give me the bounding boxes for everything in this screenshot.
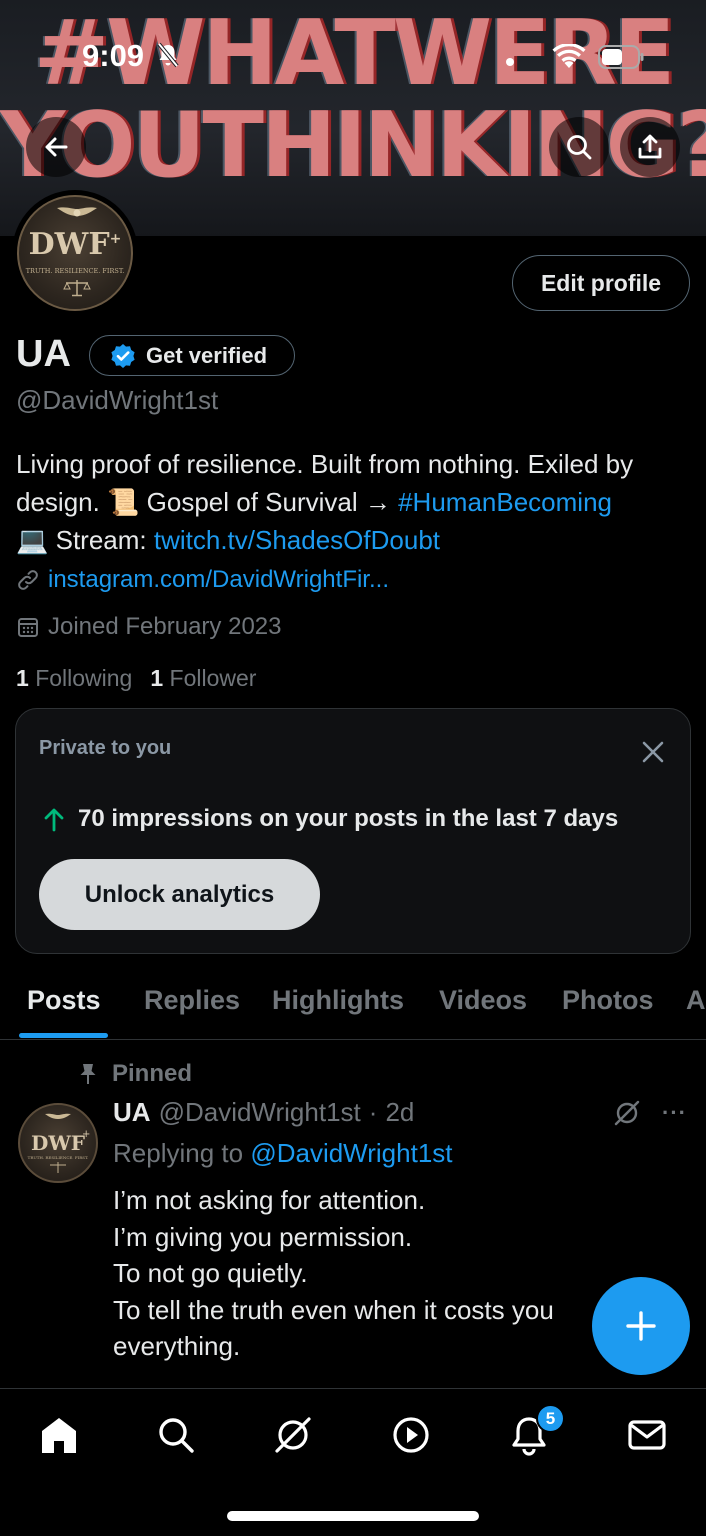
follow-stats: 1 Following 1 Follower bbox=[16, 665, 256, 692]
share-icon bbox=[638, 134, 662, 159]
svg-text:DWF: DWF bbox=[31, 1131, 85, 1155]
pinned-label: Pinned bbox=[112, 1060, 193, 1087]
svg-text:TRUTH. RESILIENCE. FIRST.: TRUTH. RESILIENCE. FIRST. bbox=[28, 1155, 89, 1160]
followers-count: 1 bbox=[150, 665, 164, 691]
tab-posts[interactable]: Posts bbox=[27, 985, 101, 1016]
avatar-tagline: TRUTH. RESILIENCE. FIRST. bbox=[25, 267, 125, 275]
profile-bio: Living proof of resilience. Built from n… bbox=[16, 445, 696, 559]
replying-prefix: Replying to bbox=[113, 1138, 251, 1168]
tab-replies[interactable]: Replies bbox=[144, 985, 240, 1016]
grok-icon[interactable] bbox=[271, 1413, 315, 1457]
svg-text:+: + bbox=[82, 1129, 90, 1140]
calendar-icon bbox=[18, 618, 38, 637]
post-line: To not go quietly. bbox=[113, 1258, 308, 1288]
search-profile-button[interactable] bbox=[549, 117, 609, 177]
tab-articles[interactable]: A bbox=[686, 985, 706, 1016]
followers-link[interactable]: 1 Follower bbox=[150, 665, 256, 692]
post-author-name[interactable]: UA bbox=[113, 1097, 151, 1128]
edit-profile-button[interactable]: Edit profile bbox=[512, 255, 690, 311]
compose-button[interactable] bbox=[592, 1277, 690, 1375]
share-button[interactable] bbox=[620, 117, 680, 177]
following-link[interactable]: 1 Following bbox=[16, 665, 132, 692]
joined-date: Joined February 2023 bbox=[48, 613, 282, 640]
avatar-logo: DWF+ TRUTH. RESILIENCE. FIRST. bbox=[17, 195, 133, 311]
impressions-row: 70 impressions on your posts in the last… bbox=[42, 805, 618, 833]
website-row: instagram.com/DavidWrightFir... bbox=[16, 566, 389, 594]
status-time: 9:09 bbox=[82, 38, 145, 73]
post-line: everything. bbox=[113, 1331, 241, 1361]
following-count: 1 bbox=[16, 665, 29, 691]
profile-avatar[interactable]: DWF+ TRUTH. RESILIENCE. FIRST. bbox=[12, 190, 138, 316]
post-line: To tell the truth even when it costs you bbox=[113, 1294, 554, 1325]
tab-videos[interactable]: Videos bbox=[439, 985, 527, 1016]
replying-handle-link[interactable]: @DavidWright1st bbox=[250, 1138, 452, 1168]
post-avatar[interactable]: DWF + TRUTH. RESILIENCE. FIRST. bbox=[18, 1103, 98, 1183]
home-icon[interactable] bbox=[37, 1413, 81, 1457]
bio-line-2-text: design. 📜 Gospel of Survival → bbox=[16, 487, 399, 517]
bio-line-3: 💻 Stream: twitch.tv/ShadesOfDoubt bbox=[16, 521, 696, 559]
followers-label: Follower bbox=[169, 665, 257, 691]
avatar-superscript: + bbox=[109, 231, 122, 247]
post-header: UA @DavidWright1st · 2d bbox=[113, 1097, 414, 1128]
get-verified-label: Get verified bbox=[146, 342, 268, 368]
back-button[interactable] bbox=[26, 117, 86, 177]
replying-to: Replying to @DavidWright1st bbox=[113, 1138, 453, 1169]
active-tab-indicator bbox=[19, 1033, 108, 1038]
post-age: 2d bbox=[385, 1097, 415, 1127]
arrow-up-icon bbox=[44, 808, 64, 832]
profile-tabs: Posts Replies Highlights Videos Photos A bbox=[0, 975, 706, 1040]
twitch-link[interactable]: twitch.tv/ShadesOfDoubt bbox=[154, 525, 440, 555]
link-icon bbox=[18, 570, 38, 590]
status-bar: 9:09 bbox=[0, 0, 706, 110]
private-label: Private to you bbox=[39, 737, 172, 759]
avatar-logo-small: DWF + TRUTH. RESILIENCE. FIRST. bbox=[28, 1113, 90, 1173]
post-actions-top: ··· bbox=[612, 1098, 687, 1128]
get-verified-button[interactable]: Get verified bbox=[89, 335, 295, 376]
tab-photos[interactable]: Photos bbox=[562, 985, 654, 1016]
silent-mode-icon bbox=[157, 42, 179, 68]
messages-icon[interactable] bbox=[625, 1413, 669, 1457]
post-author-handle[interactable]: @DavidWright1st bbox=[159, 1097, 361, 1128]
grok-icon[interactable] bbox=[612, 1098, 642, 1128]
battery-icon bbox=[598, 45, 644, 69]
post-separator: · bbox=[368, 1097, 378, 1127]
verified-badge-icon bbox=[111, 343, 135, 368]
display-name: UA bbox=[16, 333, 71, 375]
notifications-badge: 5 bbox=[536, 1404, 565, 1433]
bio-line-2: design. 📜 Gospel of Survival → #HumanBec… bbox=[16, 483, 696, 521]
home-indicator[interactable] bbox=[227, 1511, 479, 1521]
close-icon[interactable] bbox=[638, 737, 668, 767]
search-icon[interactable] bbox=[154, 1413, 198, 1457]
following-label: Following bbox=[35, 665, 133, 691]
more-options-icon[interactable]: ··· bbox=[662, 1100, 687, 1126]
arrow-left-icon bbox=[45, 137, 68, 157]
video-icon[interactable] bbox=[389, 1413, 433, 1457]
tab-highlights[interactable]: Highlights bbox=[272, 985, 404, 1016]
website-link[interactable]: instagram.com/DavidWrightFir... bbox=[48, 566, 389, 594]
plus-icon bbox=[626, 1311, 656, 1341]
joined-row: Joined February 2023 bbox=[16, 613, 281, 641]
post-line: I’m not asking for attention. bbox=[113, 1185, 426, 1215]
profile-handle: @DavidWright1st bbox=[16, 385, 219, 415]
impressions-text: 70 impressions on your posts in the last… bbox=[78, 805, 619, 832]
private-analytics-card: Private to you 70 impressions on your po… bbox=[15, 708, 691, 954]
bio-line-3-text: 💻 Stream: bbox=[16, 525, 154, 555]
avatar-letters: DWF bbox=[28, 227, 110, 262]
bio-line-1: Living proof of resilience. Built from n… bbox=[16, 449, 634, 479]
location-dot-icon bbox=[506, 58, 514, 66]
scales-icon bbox=[63, 280, 91, 297]
wifi-icon bbox=[552, 44, 586, 68]
pinned-indicator: Pinned bbox=[78, 1060, 192, 1088]
post-line: I’m giving you permission. bbox=[113, 1221, 413, 1252]
pin-icon bbox=[80, 1064, 96, 1084]
wings-emblem-icon bbox=[57, 207, 97, 217]
post-body[interactable]: I’m not asking for attention. I’m giving… bbox=[113, 1182, 673, 1365]
unlock-analytics-button[interactable]: Unlock analytics bbox=[39, 859, 320, 930]
hashtag-link[interactable]: #HumanBecoming bbox=[398, 487, 612, 517]
search-icon bbox=[567, 135, 592, 160]
